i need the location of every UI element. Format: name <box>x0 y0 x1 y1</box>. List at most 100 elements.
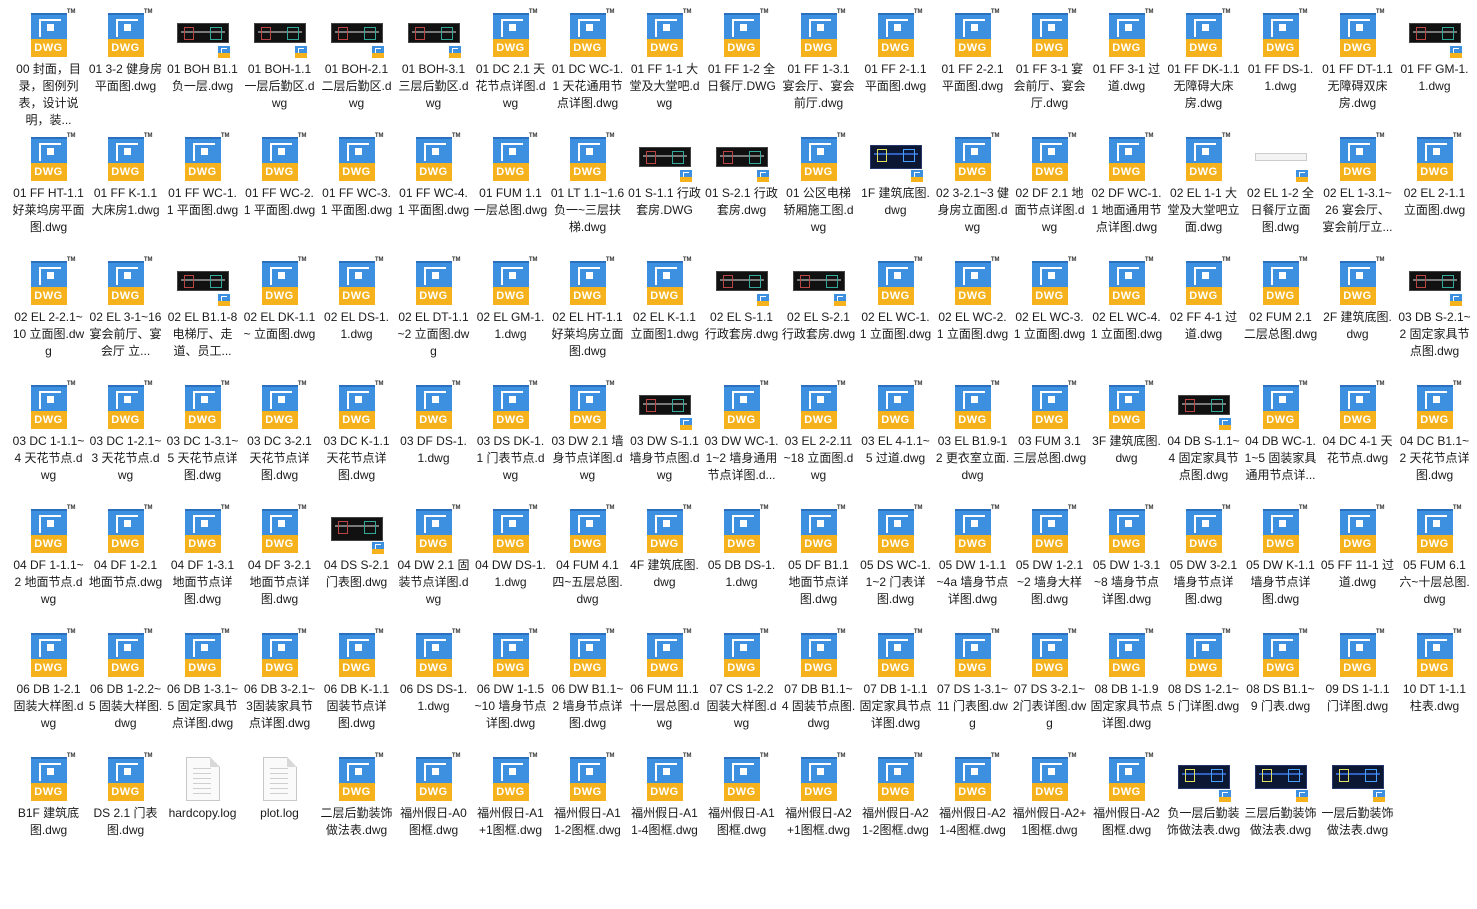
file-item[interactable]: DWG TM 3F 建筑底图.dwg <box>1088 377 1165 501</box>
file-item[interactable]: DWG TM 04 DF 1-2.1 地面节点.dwg <box>87 501 164 625</box>
file-item[interactable]: 01 S-2.1 行政套房.dwg <box>703 129 780 253</box>
file-item[interactable]: DWG TM 01 DC 2.1 天花节点详图.dwg <box>472 5 549 129</box>
file-item[interactable]: DWG TM 08 DS 1-2.1~5 门详图.dwg <box>1165 625 1242 749</box>
file-item[interactable]: DWG TM 05 DB DS-1.1.dwg <box>703 501 780 625</box>
file-item[interactable]: DWG TM 01 FF WC-1.1 平面图.dwg <box>164 129 241 253</box>
file-item[interactable]: DWG TM 01 公区电梯轿厢施工图.dwg <box>780 129 857 253</box>
file-item[interactable]: 01 BOH-1.1 一层后勤区.dwg <box>241 5 318 129</box>
file-item[interactable]: DWG TM 03 EL 2-2.11~18 立面图.dwg <box>780 377 857 501</box>
file-item[interactable]: DWG TM 06 DB K-1.1 固装节点详图.dwg <box>318 625 395 749</box>
file-item[interactable]: DWG TM 03 FUM 3.1 三层总图.dwg <box>1011 377 1088 501</box>
file-item[interactable]: DWG TM 04 FUM 4.1 四~五层总图.dwg <box>549 501 626 625</box>
file-item[interactable]: DWG TM 02 EL 2-2.1~10 立面图.dwg <box>10 253 87 377</box>
file-item[interactable]: DWG TM 02 FF 4-1 过道.dwg <box>1165 253 1242 377</box>
file-item[interactable]: DWG TM 06 DW 1-1.5~10 墙身节点详图.dwg <box>472 625 549 749</box>
file-item[interactable]: DWG TM 02 FUM 2.1 二层总图.dwg <box>1242 253 1319 377</box>
file-item[interactable]: DWG TM 01 FF HT-1.1 好莱坞房平面图.dwg <box>10 129 87 253</box>
file-item[interactable]: 01 BOH-3.1 三层后勤区.dwg <box>395 5 472 129</box>
file-item[interactable]: DWG TM 04 DW 2.1 固装节点详图.dwg <box>395 501 472 625</box>
file-item[interactable]: 03 DB S-2.1~2 固定家具节点图.dwg <box>1396 253 1473 377</box>
file-item[interactable]: DWG TM 02 EL 2-1.1 立面图.dwg <box>1396 129 1473 253</box>
file-item[interactable]: DWG TM 07 DB B1.1~4 固装节点图.dwg <box>780 625 857 749</box>
file-item[interactable]: DWG TM 01 FF 1-1 大堂及大堂吧.dwg <box>626 5 703 129</box>
file-item[interactable]: DWG TM 01 FF WC-4.1 平面图.dwg <box>395 129 472 253</box>
file-item[interactable]: 三层后勤装饰做法表.dwg <box>1242 749 1319 873</box>
file-item[interactable]: DWG TM 07 DB 1-1.1 固定家具节点详图.dwg <box>857 625 934 749</box>
file-item[interactable]: DWG TM 2F 建筑底图.dwg <box>1319 253 1396 377</box>
file-item[interactable]: DWG TM 01 FF 1-3.1 宴会厅、宴会前厅.dwg <box>780 5 857 129</box>
file-item[interactable]: DWG TM 05 DW 3-2.1 墙身节点详图.dwg <box>1165 501 1242 625</box>
file-item[interactable]: DWG TM 03 DC 1-2.1~3 天花节点.dwg <box>87 377 164 501</box>
file-item[interactable]: DWG TM 05 FUM 6.1 六~十层总图.dwg <box>1396 501 1473 625</box>
file-item[interactable]: DWG TM 02 3-2.1~3 健身房立面图.dwg <box>934 129 1011 253</box>
file-item[interactable]: 02 EL S-2.1 行政套房.dwg <box>780 253 857 377</box>
file-item[interactable]: DWG TM B1F 建筑底图.dwg <box>10 749 87 873</box>
file-item[interactable]: DWG TM 05 DS WC-1.1~2 门表详图.dwg <box>857 501 934 625</box>
file-item[interactable]: DWG TM 04 DF 1-3.1 地面节点详图.dwg <box>164 501 241 625</box>
file-item[interactable]: DWG TM 福州假日-A1 1-2图框.dwg <box>549 749 626 873</box>
file-item[interactable]: DWG TM 02 EL 1-3.1~26 宴会厅、宴会前厅立... <box>1319 129 1396 253</box>
file-item[interactable]: DWG TM 02 EL GM-1.1.dwg <box>472 253 549 377</box>
file-item[interactable]: 01 FF GM-1.1.dwg <box>1396 5 1473 129</box>
file-item[interactable]: DWG TM 福州假日-A2 +1图框.dwg <box>780 749 857 873</box>
file-item[interactable]: DWG TM 福州假日-A2 1-4图框.dwg <box>934 749 1011 873</box>
file-item[interactable]: DWG TM 01 LT 1.1~1.6 负一~三层扶梯.dwg <box>549 129 626 253</box>
file-item[interactable]: DWG TM 02 EL WC-3.1 立面图.dwg <box>1011 253 1088 377</box>
file-item[interactable]: DWG TM 04 DC B1.1~2 天花节点详图.dwg <box>1396 377 1473 501</box>
file-item[interactable]: DWG TM 福州假日-A1 1-4图框.dwg <box>626 749 703 873</box>
file-item[interactable]: DWG TM 04 DF 3-2.1 地面节点详图.dwg <box>241 501 318 625</box>
file-item[interactable]: DWG TM 05 DW 1-1.1~4a 墙身节点详图.dwg <box>934 501 1011 625</box>
file-item[interactable]: DWG TM 03 DC K-1.1 天花节点详图.dwg <box>318 377 395 501</box>
file-item[interactable]: DWG TM 03 DW WC-1.1~2 墙身通用节点详图.d... <box>703 377 780 501</box>
file-item[interactable]: plot.log <box>241 749 318 873</box>
file-item[interactable]: DWG TM 01 FUM 1.1 一层总图.dwg <box>472 129 549 253</box>
file-item[interactable]: DWG TM 06 DW B1.1~2 墙身节点详图.dwg <box>549 625 626 749</box>
file-item[interactable]: 03 DW S-1.1 墙身节点图.dwg <box>626 377 703 501</box>
file-item[interactable]: DWG TM 05 DW 1-3.1~8 墙身节点详图.dwg <box>1088 501 1165 625</box>
file-item[interactable]: DWG TM 二层后勤装饰做法表.dwg <box>318 749 395 873</box>
file-item[interactable]: DWG TM 01 FF DT-1.1 无障碍双床房.dwg <box>1319 5 1396 129</box>
file-item[interactable]: DWG TM 09 DS 1-1.1 门详图.dwg <box>1319 625 1396 749</box>
file-item[interactable]: 一层后勤装饰做法表.dwg <box>1319 749 1396 873</box>
file-item[interactable]: DWG TM 01 FF 2-2.1 平面图.dwg <box>934 5 1011 129</box>
file-item[interactable]: DWG TM 06 DS DS-1.1.dwg <box>395 625 472 749</box>
file-item[interactable]: DWG TM 01 FF 2-1.1 平面图.dwg <box>857 5 934 129</box>
file-item[interactable]: DWG TM 03 DW 2.1 墙身节点详图.dwg <box>549 377 626 501</box>
file-item[interactable]: DWG TM 02 EL WC-4.1 立面图.dwg <box>1088 253 1165 377</box>
file-item[interactable]: hardcopy.log <box>164 749 241 873</box>
file-item[interactable]: DWG TM 03 DC 3-2.1天花节点详图.dwg <box>241 377 318 501</box>
file-item[interactable]: DWG TM DS 2.1 门表图.dwg <box>87 749 164 873</box>
file-item[interactable]: DWG TM 06 DB 1-2.2~5 固装大样图.dwg <box>87 625 164 749</box>
file-item[interactable]: DWG TM 01 FF WC-2.1 平面图.dwg <box>241 129 318 253</box>
file-item[interactable]: DWG TM 10 DT 1-1.1 柱表.dwg <box>1396 625 1473 749</box>
file-item[interactable]: DWG TM 02 DF 2.1 地面节点详图.dwg <box>1011 129 1088 253</box>
file-item[interactable]: DWG TM 01 FF DS-1.1.dwg <box>1242 5 1319 129</box>
file-item[interactable]: DWG TM 05 FF 11-1 过道.dwg <box>1319 501 1396 625</box>
file-item[interactable]: DWG TM 08 DS B1.1~9 门表.dwg <box>1242 625 1319 749</box>
file-item[interactable]: DWG TM 00 封面，目录，图例列表，设计说明，装... <box>10 5 87 129</box>
file-item[interactable]: DWG TM 06 DB 1-3.1~5 固定家具节点详图.dwg <box>164 625 241 749</box>
file-item[interactable]: 01 BOH-2.1 二层后勤区.dwg <box>318 5 395 129</box>
file-item[interactable]: DWG TM 福州假日-A1 +1图框.dwg <box>472 749 549 873</box>
file-item[interactable]: DWG TM 04 DB WC-1.1~5 固装家具通用节点详... <box>1242 377 1319 501</box>
file-item[interactable]: DWG TM 04 DC 4-1 天花节点.dwg <box>1319 377 1396 501</box>
file-item[interactable]: DWG TM 福州假日-A2+1图框.dwg <box>1011 749 1088 873</box>
file-item[interactable]: DWG TM 03 DS DK-1.1 门表节点.dwg <box>472 377 549 501</box>
file-item[interactable]: DWG TM 01 FF 3-1 宴会前厅、宴会厅.dwg <box>1011 5 1088 129</box>
file-item[interactable]: DWG TM 03 DC 1-1.1~4 天花节点.dwg <box>10 377 87 501</box>
file-item[interactable]: DWG TM 02 EL DK-1.1 ~ 立面图.dwg <box>241 253 318 377</box>
file-item[interactable]: 负一层后勤装饰做法表.dwg <box>1165 749 1242 873</box>
file-item[interactable]: DWG TM 02 EL WC-2.1 立面图.dwg <box>934 253 1011 377</box>
file-item[interactable]: DWG TM 福州假日-A2 1-2图框.dwg <box>857 749 934 873</box>
file-item[interactable]: DWG TM 福州假日-A0图框.dwg <box>395 749 472 873</box>
file-item[interactable]: DWG TM 01 FF 3-1 过道.dwg <box>1088 5 1165 129</box>
file-item[interactable]: DWG TM 02 EL DS-1.1.dwg <box>318 253 395 377</box>
file-item[interactable]: DWG TM 01 FF K-1.1 大床房1.dwg <box>87 129 164 253</box>
file-item[interactable]: DWG TM 02 EL DT-1.1 ~2 立面图.dwg <box>395 253 472 377</box>
file-item[interactable]: DWG TM 05 DW K-1.1 墙身节点详图.dwg <box>1242 501 1319 625</box>
file-item[interactable]: DWG TM 01 FF WC-3.1 平面图.dwg <box>318 129 395 253</box>
file-item[interactable]: DWG TM 03 DC 1-3.1~5 天花节点详图.dwg <box>164 377 241 501</box>
file-item[interactable]: DWG TM 02 EL 3-1~16 宴会前厅、宴会厅 立... <box>87 253 164 377</box>
file-item[interactable]: DWG TM 03 EL B1.9-12 更衣室立面.dwg <box>934 377 1011 501</box>
file-item[interactable]: DWG TM 01 FF 1-2 全日餐厅.DWG <box>703 5 780 129</box>
